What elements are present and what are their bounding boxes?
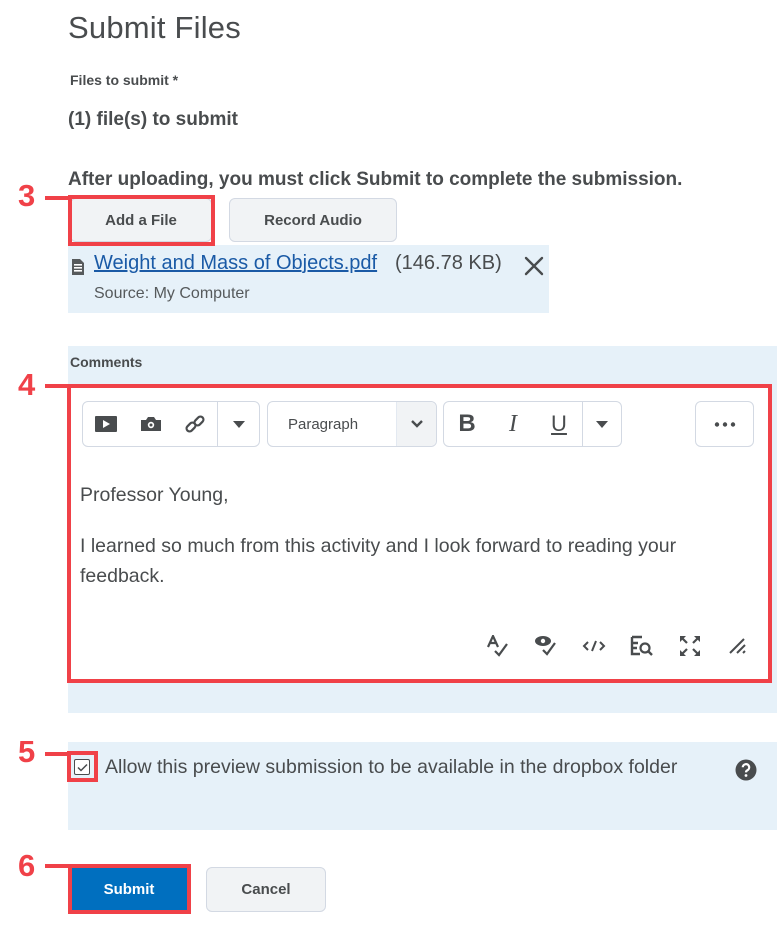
italic-icon: I	[509, 410, 517, 437]
allow-preview-label[interactable]: Allow this preview submission to be avai…	[105, 756, 677, 779]
checkmark-icon	[76, 763, 88, 772]
insert-link-button[interactable]	[173, 402, 217, 446]
insert-link-icon	[185, 415, 205, 433]
underline-icon: U	[551, 411, 567, 436]
files-count: (1) file(s) to submit	[68, 109, 238, 130]
step-4-label: 4	[18, 367, 36, 402]
resize-handle-icon[interactable]	[726, 634, 750, 658]
cancel-button[interactable]: Cancel	[206, 867, 326, 912]
help-icon[interactable]	[735, 759, 757, 781]
add-file-button[interactable]: Add a File	[70, 198, 212, 242]
close-icon[interactable]	[523, 255, 545, 277]
underline-button[interactable]: U	[536, 402, 582, 446]
more-insert-dropdown[interactable]	[218, 402, 259, 446]
insert-image-button[interactable]	[128, 402, 173, 446]
more-actions-button[interactable]	[695, 401, 754, 447]
fullscreen-icon[interactable]	[678, 634, 702, 658]
insert-video-button[interactable]	[83, 402, 128, 446]
italic-button[interactable]: I	[490, 402, 536, 446]
comment-greeting: Professor Young,	[80, 484, 229, 506]
step-5-leader-line	[45, 752, 71, 756]
submit-button[interactable]: Submit	[70, 867, 188, 911]
caret-down-icon	[596, 420, 608, 428]
more-format-dropdown[interactable]	[583, 402, 621, 446]
files-to-submit-label: Files to submit *	[70, 72, 179, 88]
spellcheck-icon[interactable]	[486, 634, 510, 658]
step-6-label: 6	[18, 848, 36, 883]
preview-option-section: Allow this preview submission to be avai…	[68, 742, 777, 830]
editor-status-bar	[486, 634, 750, 658]
attached-file-item: Weight and Mass of Objects.pdf (146.78 K…	[68, 245, 549, 313]
upload-instruction: After uploading, you must click Submit t…	[68, 169, 683, 190]
step-3-leader-line	[45, 196, 71, 200]
step-3-label: 3	[18, 178, 36, 213]
accessibility-check-icon[interactable]	[534, 634, 558, 658]
file-size: (146.78 KB)	[395, 252, 502, 274]
comment-body: I learned so much from this activity and…	[80, 535, 677, 587]
source-code-icon[interactable]	[582, 634, 606, 658]
bold-icon: B	[458, 410, 476, 437]
step-5-label: 5	[18, 734, 36, 769]
block-format-value: Paragraph	[288, 415, 359, 433]
preview-icon[interactable]	[630, 634, 654, 658]
allow-preview-checkbox[interactable]	[74, 759, 90, 775]
comments-label: Comments	[70, 354, 143, 370]
chevron-down-icon	[396, 402, 436, 446]
document-icon	[72, 259, 84, 275]
format-toolbar-group: B I U	[443, 401, 622, 447]
step-6-leader-line	[45, 864, 71, 868]
caret-down-icon	[232, 420, 245, 428]
bold-button[interactable]: B	[444, 402, 490, 446]
insert-toolbar-group	[82, 401, 260, 447]
more-actions-icon	[714, 421, 735, 427]
file-source: Source: My Computer	[94, 285, 250, 302]
block-format-select[interactable]: Paragraph	[267, 401, 437, 447]
file-name-link[interactable]: Weight and Mass of Objects.pdf	[94, 252, 377, 275]
comments-editor[interactable]: Paragraph B I U Professor Young, I learn…	[70, 388, 770, 682]
page-title: Submit Files	[68, 10, 241, 45]
comments-text-area[interactable]: Professor Young, I learned so much from …	[80, 480, 750, 612]
record-audio-button[interactable]: Record Audio	[229, 198, 397, 242]
step-4-leader-line	[45, 384, 71, 388]
insert-video-icon	[94, 416, 117, 432]
insert-image-icon	[140, 417, 161, 431]
